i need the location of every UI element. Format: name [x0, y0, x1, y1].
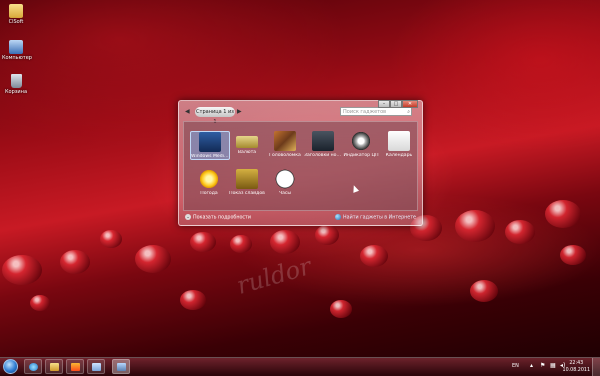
page-indicator: Страница 1 из 1 — [195, 107, 235, 125]
minimize-button[interactable]: – — [378, 100, 390, 108]
show-hidden-icons-icon[interactable]: ▴ — [530, 363, 536, 369]
window-button[interactable] — [87, 359, 105, 374]
media-player-button[interactable] — [66, 359, 84, 374]
search-gadgets-input[interactable]: Поиск гаджетов ⌕ — [340, 107, 412, 116]
watermark-text: ruldor — [233, 252, 315, 300]
gadget-puzzle[interactable]: Головоломка — [266, 131, 304, 158]
gadget-slideshow[interactable]: Показ слайдов — [228, 169, 266, 196]
globe-icon — [335, 214, 342, 220]
gadget-weather[interactable]: Погода — [190, 169, 228, 196]
gadget-label: Календарь — [385, 153, 413, 158]
media-player-icon — [71, 363, 80, 371]
windows-explorer-button[interactable] — [45, 359, 63, 374]
desktop-icon-clsoft[interactable]: ClSoft — [2, 4, 30, 25]
puzzle-icon — [274, 131, 296, 151]
window-icon — [92, 363, 101, 371]
gadget-window-footer: ⌄ Показать подробности Найти гаджеты в Ин… — [185, 213, 416, 223]
feed-headlines-icon — [312, 131, 334, 151]
gadgets-icon — [117, 363, 126, 371]
clock-icon — [274, 169, 296, 189]
desktop-icon-label: Корзина — [4, 89, 28, 95]
previous-page-icon[interactable]: ◀ — [185, 109, 190, 115]
cpu-meter-icon — [350, 131, 372, 151]
clock-time: 22:43 — [569, 361, 584, 366]
close-button[interactable]: ✕ — [402, 100, 418, 108]
gadget-label: Валюта — [237, 150, 257, 155]
computer-icon — [9, 40, 23, 54]
show-details-toggle[interactable]: ⌄ Показать подробности — [185, 214, 251, 221]
chevron-down-icon: ⌄ — [185, 214, 191, 220]
internet-explorer-button[interactable] — [24, 359, 42, 374]
folder-icon — [9, 4, 23, 18]
gadget-clock[interactable]: Часы — [266, 169, 304, 196]
search-icon[interactable]: ⌕ — [407, 108, 410, 117]
gadget-label: Головоломка — [269, 153, 301, 158]
gadget-feed-headlines[interactable]: Заголовки новостей... — [304, 131, 342, 158]
wallpaper-droplets — [0, 200, 600, 360]
show-desktop-button[interactable] — [592, 358, 600, 376]
desktop-icon-recycle-bin[interactable]: Корзина — [2, 74, 30, 95]
gadget-gallery-window: ◀ Страница 1 из 1 ▶ Поиск гаджетов ⌕ – □… — [178, 100, 423, 226]
currency-icon — [236, 136, 258, 148]
gadget-label: Погода — [200, 191, 218, 196]
gadget-label: Заголовки новостей... — [304, 153, 342, 158]
window-controls: – □ ✕ — [378, 100, 418, 108]
gadget-label: Показ слайдов — [229, 191, 265, 196]
calendar-icon — [388, 131, 410, 151]
maximize-button[interactable]: □ — [390, 100, 402, 108]
weather-icon — [198, 169, 220, 189]
folder-icon — [50, 363, 59, 371]
language-indicator[interactable]: EN — [512, 363, 519, 369]
action-center-flag-icon[interactable]: ⚑ — [540, 363, 546, 369]
clock[interactable]: 22:43 10.08.2011 — [563, 360, 590, 374]
taskbar: EN ▴ ⚑ ▦ ◂) 22:43 10.08.2011 — [0, 357, 600, 376]
gadgets-button[interactable] — [112, 359, 130, 374]
search-placeholder: Поиск гаджетов — [343, 109, 387, 115]
get-more-gadgets-online-link[interactable]: Найти гаджеты в Интернете — [335, 214, 416, 221]
gadget-label: Индикатор ЦП — [343, 153, 379, 158]
desktop-icon-label: ClSoft — [8, 19, 24, 25]
gadget-calendar[interactable]: Календарь — [380, 131, 418, 158]
clock-date: 10.08.2011 — [562, 368, 590, 373]
show-details-label: Показать подробности — [193, 215, 251, 221]
network-icon[interactable]: ▦ — [550, 363, 556, 369]
system-tray: EN ▴ ⚑ ▦ ◂) 22:43 10.08.2011 — [510, 358, 600, 376]
recycle-bin-icon — [10, 74, 22, 88]
next-page-icon[interactable]: ▶ — [237, 109, 242, 115]
desktop-icon-label: Компьютер — [2, 55, 32, 61]
windows-media-center-icon — [199, 132, 221, 152]
gadget-cpu-meter[interactable]: Индикатор ЦП — [342, 131, 380, 158]
gadget-list: Windows Media... Валюта Головоломка Заго… — [183, 121, 418, 211]
online-link-label: Найти гаджеты в Интернете — [343, 215, 416, 221]
internet-explorer-icon — [29, 363, 38, 371]
gadget-windows-media-center[interactable]: Windows Media... — [190, 131, 230, 160]
gadget-label: Часы — [278, 191, 292, 196]
slideshow-icon — [236, 169, 258, 189]
start-button[interactable] — [3, 359, 18, 374]
gadget-currency[interactable]: Валюта — [228, 131, 266, 155]
desktop-icon-computer[interactable]: Компьютер — [2, 40, 32, 61]
gadget-label: Windows Media... — [191, 154, 229, 159]
